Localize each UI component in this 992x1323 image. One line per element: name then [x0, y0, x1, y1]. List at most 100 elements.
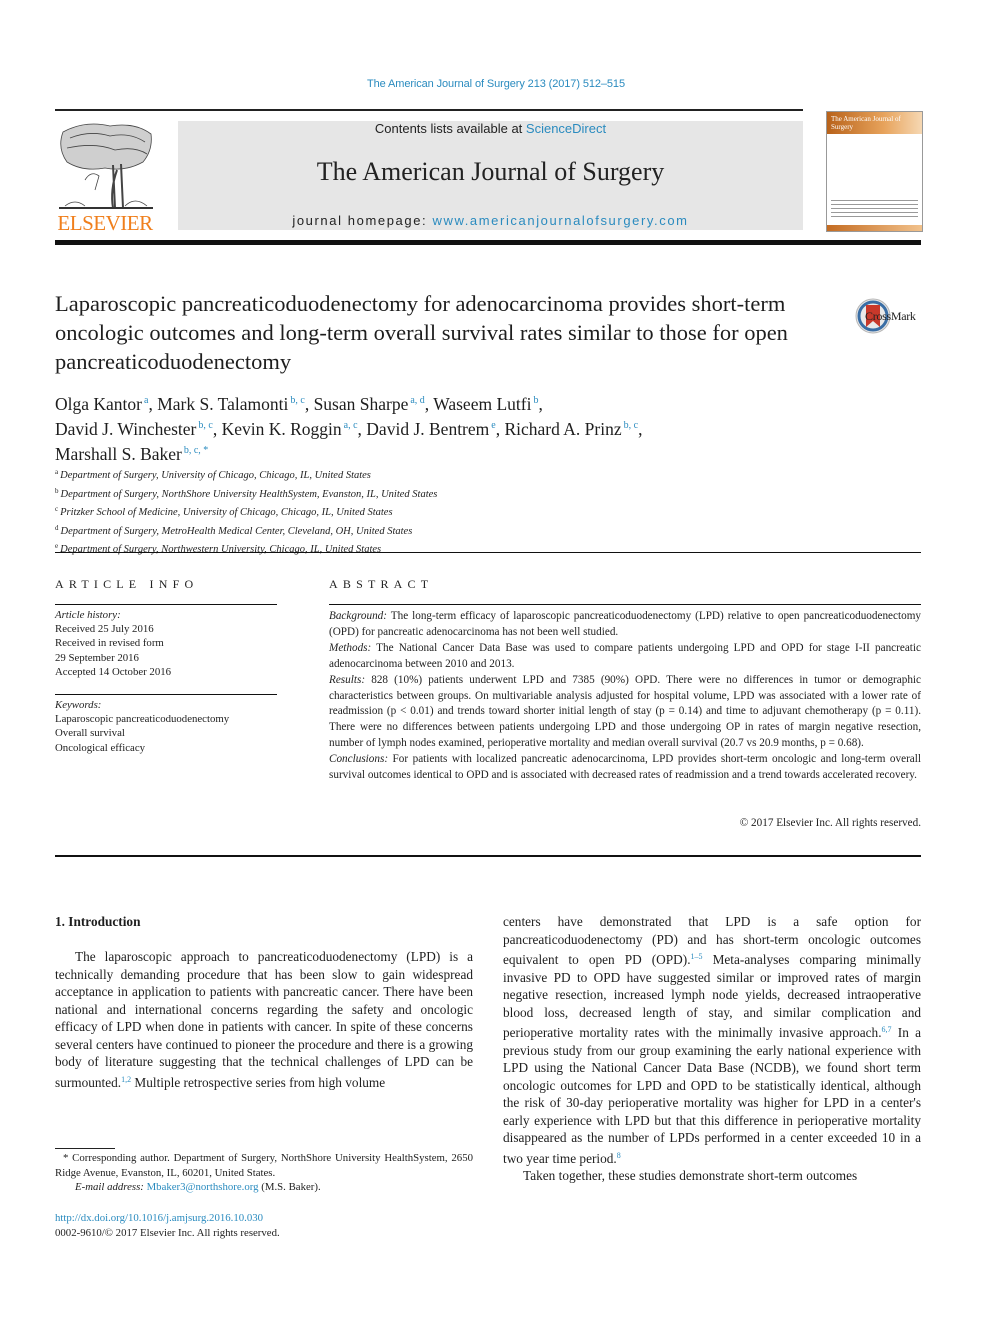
- abstract-label: Results:: [329, 673, 366, 686]
- affiliation-key: e: [55, 542, 59, 551]
- affiliation-link[interactable]: a, d: [410, 395, 424, 406]
- journal-homepage-link[interactable]: www.americanjournalofsurgery.com: [432, 213, 688, 228]
- cover-footer-band: [827, 225, 922, 231]
- keywords: Keywords: Laparoscopic pancreaticoduoden…: [55, 698, 277, 755]
- body-column-right: centers have demonstrated that LPD is a …: [503, 913, 921, 1185]
- citation-link[interactable]: 6,7: [882, 1025, 892, 1034]
- history-line: Received in revised form: [55, 637, 164, 650]
- divider-rule: [329, 604, 921, 605]
- affiliation-text: Department of Surgery, University of Chi…: [60, 470, 371, 481]
- citation-link[interactable]: 8: [617, 1151, 621, 1160]
- doi-block: http://dx.doi.org/10.1016/j.amjsurg.2016…: [55, 1211, 280, 1241]
- cover-text-lines: [831, 200, 918, 220]
- running-header[interactable]: The American Journal of Surgery 213 (201…: [0, 78, 992, 90]
- affiliation-key: a: [55, 468, 59, 476]
- contents-prefix: Contents lists available at: [374, 121, 526, 136]
- author-name: Kevin K. Roggin: [221, 419, 342, 439]
- body-paragraph: The laparoscopic approach to pancreatico…: [55, 949, 473, 1090]
- affiliation-text: Pritzker School of Medicine, University …: [60, 507, 393, 519]
- affiliation-link[interactable]: b, c: [290, 395, 304, 406]
- citation-link[interactable]: 1–5: [691, 952, 703, 961]
- author-separator: ,: [304, 394, 314, 414]
- author-list: Olga Kantor a, Mark S. Talamonti b, c, Sus…: [55, 390, 815, 465]
- footnote-rule: [55, 1148, 115, 1149]
- abstract-background: Background: The long-term efficacy of la…: [329, 610, 921, 638]
- affiliation-item: c Pritzker School of Medicine, University…: [55, 502, 575, 521]
- author-name: Marshall S. Baker: [55, 444, 182, 464]
- affiliation-link[interactable]: b, c, *: [184, 445, 208, 456]
- journal-name: The American Journal of Surgery: [316, 157, 665, 186]
- sciencedirect-link[interactable]: ScienceDirect: [526, 121, 606, 136]
- abstract-conclusions: Conclusions: For patients with localized…: [329, 753, 921, 782]
- body-column-left: The laparoscopic approach to pancreatico…: [55, 948, 473, 1091]
- abstract-body: Background: The long-term efficacy of la…: [329, 609, 921, 784]
- issn-line: 0002-9610/© 2017 Elsevier Inc. All right…: [55, 1227, 280, 1239]
- author-name: Waseem Lutfi: [433, 394, 532, 414]
- author-name: Mark S. Talamonti: [157, 394, 289, 414]
- affiliation-key: d: [55, 523, 59, 532]
- body-paragraph: Taken together, these studies demonstrat…: [523, 1168, 858, 1183]
- author-separator: ,: [424, 394, 434, 414]
- affiliation-item: e Department of Surgery, Northwestern Uni…: [55, 539, 575, 558]
- keyword: Laparoscopic pancreaticoduodenectomy: [55, 713, 230, 726]
- author-name: Susan Sharpe: [313, 394, 409, 414]
- affiliation-item: a Department of Surgery, University of Ch…: [55, 465, 575, 484]
- affiliation-link[interactable]: a, c: [344, 420, 358, 431]
- email-label: E-mail address:: [75, 1181, 147, 1194]
- abstract-label: Background:: [329, 610, 387, 622]
- history-line: Accepted 14 October 2016: [55, 665, 172, 678]
- divider-rule: [55, 694, 277, 695]
- affiliation-key: b: [55, 486, 59, 495]
- elsevier-wordmark: ELSEVIER: [57, 211, 153, 235]
- crossmark-label[interactable]: CrossMark: [865, 309, 916, 324]
- abstract-methods: Methods: The National Cancer Data Base w…: [329, 641, 921, 670]
- abstract-results: Results: 828 (10%) patients underwent LP…: [329, 673, 921, 750]
- divider-rule: [55, 552, 921, 553]
- journal-cover-thumbnail[interactable]: The American Journal of Surgery: [826, 111, 923, 232]
- author-name: Richard A. Prinz: [504, 419, 622, 439]
- author-separator: ,: [148, 394, 158, 414]
- email-link[interactable]: Mbaker3@northshore.org: [147, 1181, 259, 1193]
- author-name: Olga Kantor: [55, 394, 142, 414]
- abstract-copyright: © 2017 Elsevier Inc. All rights reserved…: [739, 817, 921, 829]
- affiliation-text: Department of Surgery, Northwestern Univ…: [60, 544, 382, 556]
- corresponding-author-footnote: * Corresponding author. Department of Su…: [55, 1152, 473, 1194]
- abstract-label: Conclusions:: [329, 753, 389, 766]
- affiliation-text: Department of Surgery, NorthShore Univer…: [60, 488, 438, 500]
- article-title: Laparoscopic pancreaticoduodenectomy for…: [55, 291, 788, 374]
- affiliation-item: b Department of Surgery, NorthShore Unive…: [55, 484, 575, 503]
- section-heading-introduction: 1. Introduction: [55, 914, 141, 929]
- cover-title: The American Journal of Surgery: [831, 115, 901, 131]
- citation-link[interactable]: 1,2: [121, 1075, 131, 1084]
- history-label: Article history:: [55, 609, 121, 621]
- affiliation-link[interactable]: b, c: [624, 420, 638, 431]
- affiliation-link[interactable]: b, c: [198, 420, 212, 431]
- contents-line: Contents lists available at ScienceDirec…: [178, 121, 803, 136]
- author-name: David J. Winchester: [55, 419, 197, 439]
- history-line: 29 September 2016: [55, 651, 139, 664]
- homepage-prefix: journal homepage:: [292, 213, 433, 228]
- affiliation-key: c: [55, 505, 59, 514]
- keywords-label: Keywords:: [55, 699, 102, 711]
- affiliation-text: Department of Surgery, MetroHealth Medic…: [60, 525, 413, 537]
- article-history: Article history: Received 25 July 2016 R…: [55, 608, 277, 679]
- corresponding-author-text: * Corresponding author. Department of Su…: [55, 1152, 473, 1179]
- author-separator: ,: [212, 419, 222, 439]
- keyword: Overall survival: [55, 727, 125, 740]
- history-line: Received 25 July 2016: [55, 623, 154, 636]
- divider-rule: [55, 855, 921, 857]
- affiliation-list: a Department of Surgery, University of Ch…: [55, 465, 575, 558]
- masthead-thick-rule: [55, 240, 921, 245]
- doi-link[interactable]: http://dx.doi.org/10.1016/j.amjsurg.2016…: [55, 1211, 280, 1226]
- divider-rule: [55, 604, 277, 605]
- body-paragraph: centers have demonstrated that LPD is a …: [503, 914, 921, 1166]
- keyword: Oncological efficacy: [55, 741, 146, 754]
- abstract-heading: ABSTRACT: [329, 577, 434, 591]
- homepage-line: journal homepage: www.americanjournalofs…: [178, 213, 803, 228]
- affiliation-item: d Department of Surgery, MetroHealth Medi…: [55, 521, 575, 540]
- author-separator: ,: [538, 394, 543, 414]
- top-rule: [55, 109, 803, 111]
- article-info-heading: ARTICLE INFO: [55, 577, 199, 591]
- author-name: David J. Bentrem: [366, 419, 490, 439]
- abstract-label: Methods:: [329, 641, 372, 654]
